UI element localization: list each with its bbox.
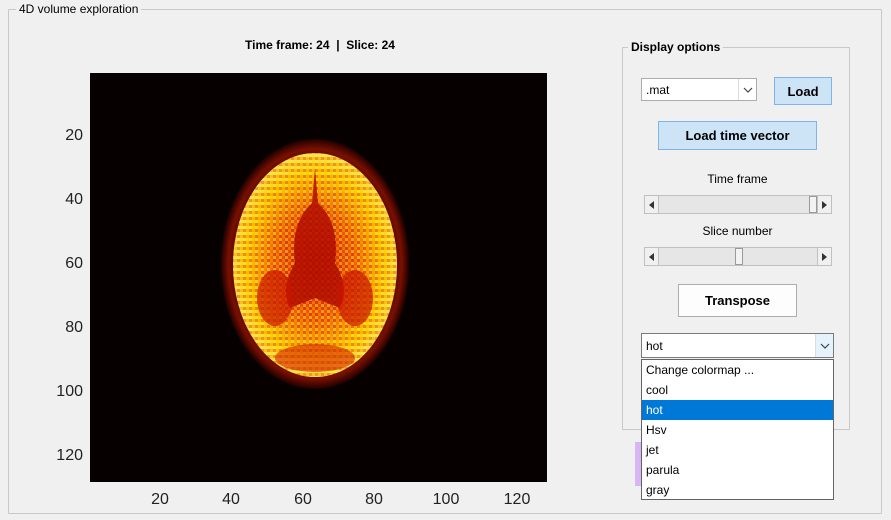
group-title: 4D volume exploration [16,2,142,16]
time-frame-slider-thumb[interactable] [809,196,817,213]
triangle-left-icon[interactable] [645,196,659,213]
panel-title: Display options [628,40,724,54]
load-button[interactable]: Load [774,77,832,105]
y-tick-label: 20 [65,127,83,144]
file-type-value: .mat [646,83,670,97]
colormap-option-selected[interactable]: hot [642,400,833,420]
x-tick-label: 60 [294,491,312,508]
time-frame-label: Time frame [707,172,768,186]
transpose-button[interactable]: Transpose [678,284,797,317]
y-tick-label: 100 [56,383,83,400]
triangle-right-icon[interactable] [817,196,831,213]
colormap-option[interactable]: parula [642,460,833,480]
colormap-option[interactable]: jet [642,440,833,460]
x-tick-label: 40 [222,491,240,508]
triangle-right-icon[interactable] [817,248,831,265]
colormap-option[interactable]: cool [642,380,833,400]
colormap-dropdown-list[interactable]: Change colormap ... cool hot Hsv jet par… [641,359,834,500]
time-frame-slider[interactable] [644,195,832,214]
y-tick-label: 80 [65,319,83,336]
y-tick-label: 60 [65,255,83,272]
file-type-select[interactable]: .mat [641,78,757,101]
load-time-vector-button[interactable]: Load time vector [658,121,817,150]
chevron-down-icon[interactable] [815,334,833,357]
x-tick-label: 20 [151,491,169,508]
triangle-left-icon[interactable] [645,248,659,265]
x-tick-label: 100 [432,491,460,508]
brain-slice-image [221,139,409,389]
slice-number-label: Slice number [702,224,773,238]
brain-image-axes[interactable] [90,73,547,482]
chevron-down-icon[interactable] [738,79,756,100]
x-tick-label: 80 [365,491,383,508]
colormap-option[interactable]: Change colormap ... [642,360,833,380]
plot-title: Time frame: 24 | Slice: 24 [245,38,395,52]
slice-number-slider[interactable] [644,247,832,266]
colormap-select[interactable]: hot [641,333,834,358]
slice-number-slider-thumb[interactable] [735,248,743,265]
colormap-option[interactable]: Hsv [642,420,833,440]
y-tick-label: 120 [56,447,83,464]
y-tick-label: 40 [65,191,83,208]
colormap-option[interactable]: gray [642,480,833,500]
colormap-value: hot [646,339,663,353]
x-tick-label: 120 [503,491,531,508]
